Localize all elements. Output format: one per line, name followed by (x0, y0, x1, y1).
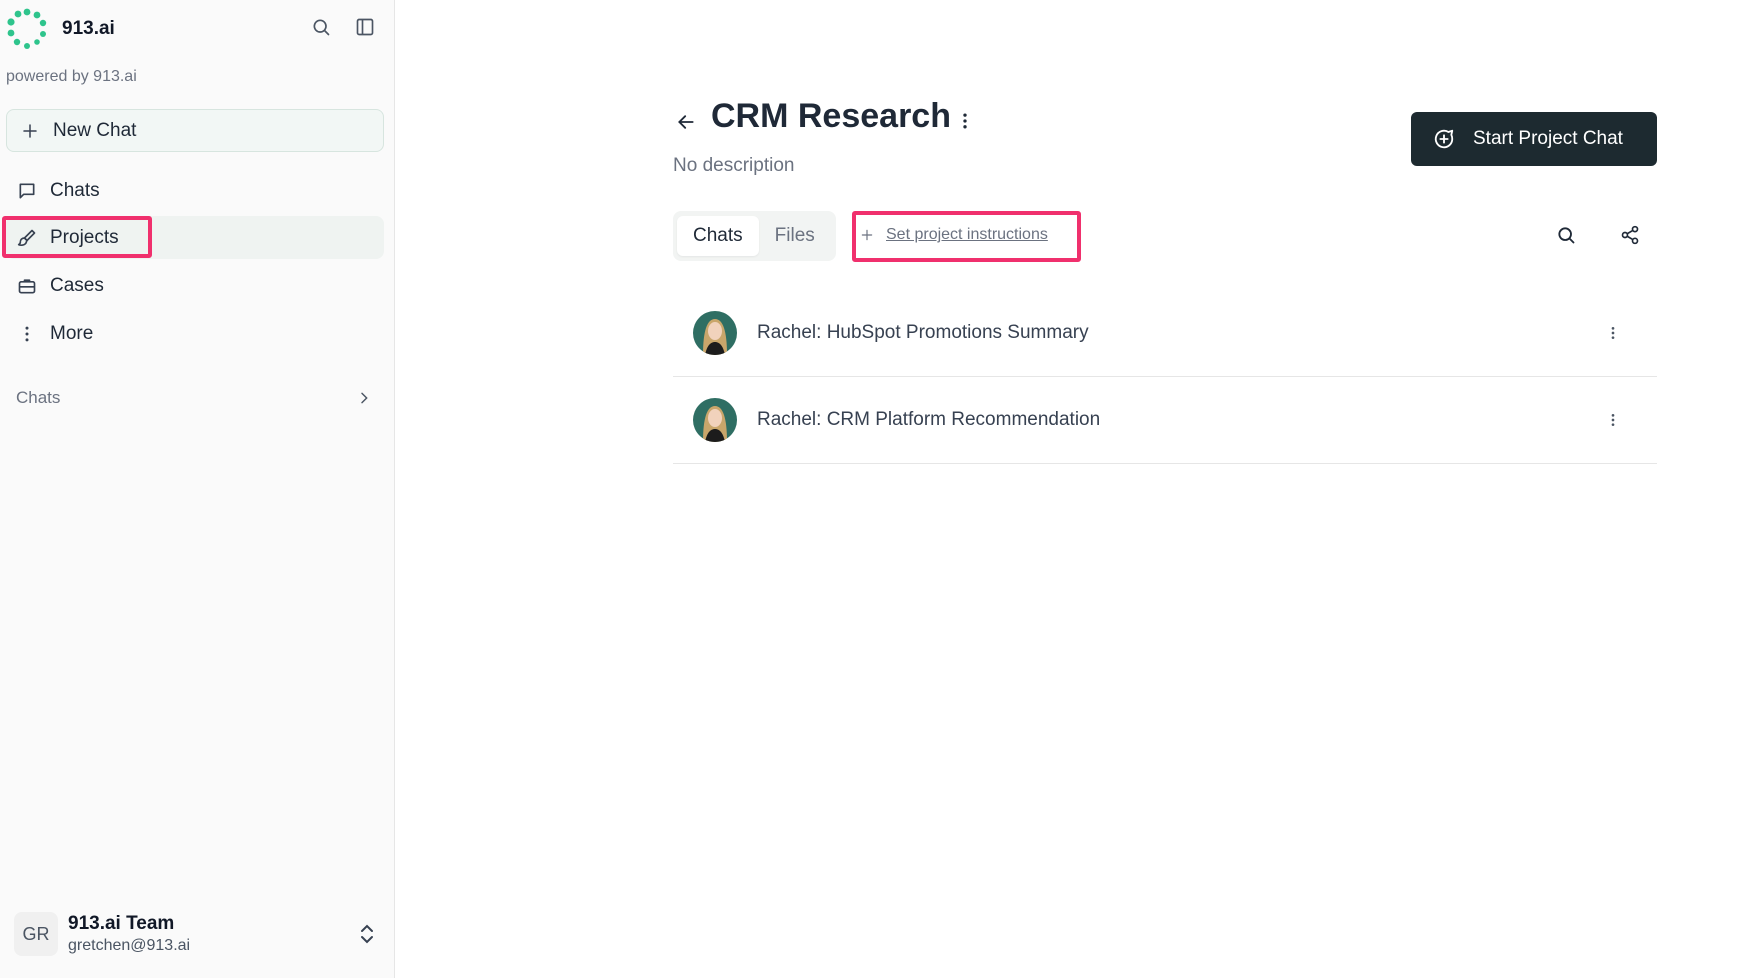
message-square-icon (16, 180, 38, 202)
chat-title: Rachel: HubSpot Promotions Summary (757, 322, 1089, 343)
brand[interactable]: 913.ai (6, 8, 115, 50)
powered-by-label: powered by 913.ai (6, 68, 137, 85)
chevron-right-icon (361, 392, 368, 404)
more-vertical-icon (16, 323, 38, 345)
sidebar-header-actions (310, 16, 376, 38)
list-item[interactable]: Rachel: HubSpot Promotions Summary (673, 290, 1657, 377)
sidebar-item-label: Cases (50, 274, 104, 296)
chevrons-up-down-icon (361, 924, 373, 944)
chat-title: Rachel: CRM Platform Recommendation (757, 409, 1101, 430)
briefcase-icon (16, 275, 38, 297)
new-chat-label: New Chat (53, 119, 137, 141)
start-project-chat-label: Start Project Chat (1473, 128, 1623, 149)
tab-files[interactable]: Files (759, 216, 831, 256)
list-item[interactable]: Rachel: CRM Platform Recommendation (673, 377, 1657, 464)
avatar (693, 311, 737, 355)
instructions-label: Set project instructions (886, 226, 1048, 243)
avatar: GR (14, 912, 58, 956)
user-name: 913.ai Team (68, 913, 175, 934)
sidebar-item-more[interactable]: More (6, 312, 384, 355)
avatar (693, 398, 737, 442)
project-menu-icon[interactable] (955, 108, 975, 134)
sidebar-item-label: Projects (50, 226, 119, 248)
user-account-switcher[interactable]: GR 913.ai Team gretchen@913.ai (14, 908, 376, 960)
sidebar-item-projects[interactable]: Projects (6, 216, 384, 259)
sidebar-toggle-icon[interactable] (354, 16, 376, 38)
message-plus-icon (1434, 129, 1454, 149)
search-icon[interactable] (310, 16, 332, 38)
sidebar: 913.ai powered by 913.ai New Chat Chats (0, 0, 395, 978)
new-chat-button[interactable]: New Chat (6, 109, 384, 152)
sidebar-section-chats[interactable]: Chats (16, 386, 372, 410)
sidebar-item-label: More (50, 322, 94, 344)
plus-icon (23, 123, 37, 138)
more-vertical-icon[interactable] (1601, 319, 1625, 347)
sidebar-item-label: Chats (50, 179, 100, 201)
app-root: 913.ai powered by 913.ai New Chat Chats (0, 0, 1742, 978)
project-main: CRM Research No description Start Projec… (395, 0, 1742, 978)
back-arrow-icon[interactable] (672, 108, 700, 136)
page-title: CRM Research (711, 97, 951, 135)
user-email: gretchen@913.ai (68, 937, 191, 954)
sidebar-item-chats[interactable]: Chats (6, 169, 384, 212)
set-project-instructions-link[interactable]: Set project instructions (852, 215, 1072, 255)
sidebar-item-cases[interactable]: Cases (6, 264, 384, 307)
tab-chats[interactable]: Chats (677, 216, 759, 256)
start-project-chat-button[interactable]: Start Project Chat (1411, 112, 1657, 166)
project-description: No description (673, 155, 795, 176)
plus-icon (861, 229, 873, 241)
section-label: Chats (16, 388, 61, 407)
list-toolbar (1555, 224, 1641, 246)
search-icon[interactable] (1555, 224, 1577, 246)
more-vertical-icon[interactable] (1601, 406, 1625, 434)
brand-logo-icon (6, 8, 48, 50)
share-icon[interactable] (1619, 224, 1641, 246)
project-tabs: Chats Files (673, 211, 836, 261)
brush-icon (16, 227, 38, 249)
project-chat-list: Rachel: HubSpot Promotions Summary Rache… (673, 290, 1657, 464)
brand-name: 913.ai (62, 18, 115, 39)
